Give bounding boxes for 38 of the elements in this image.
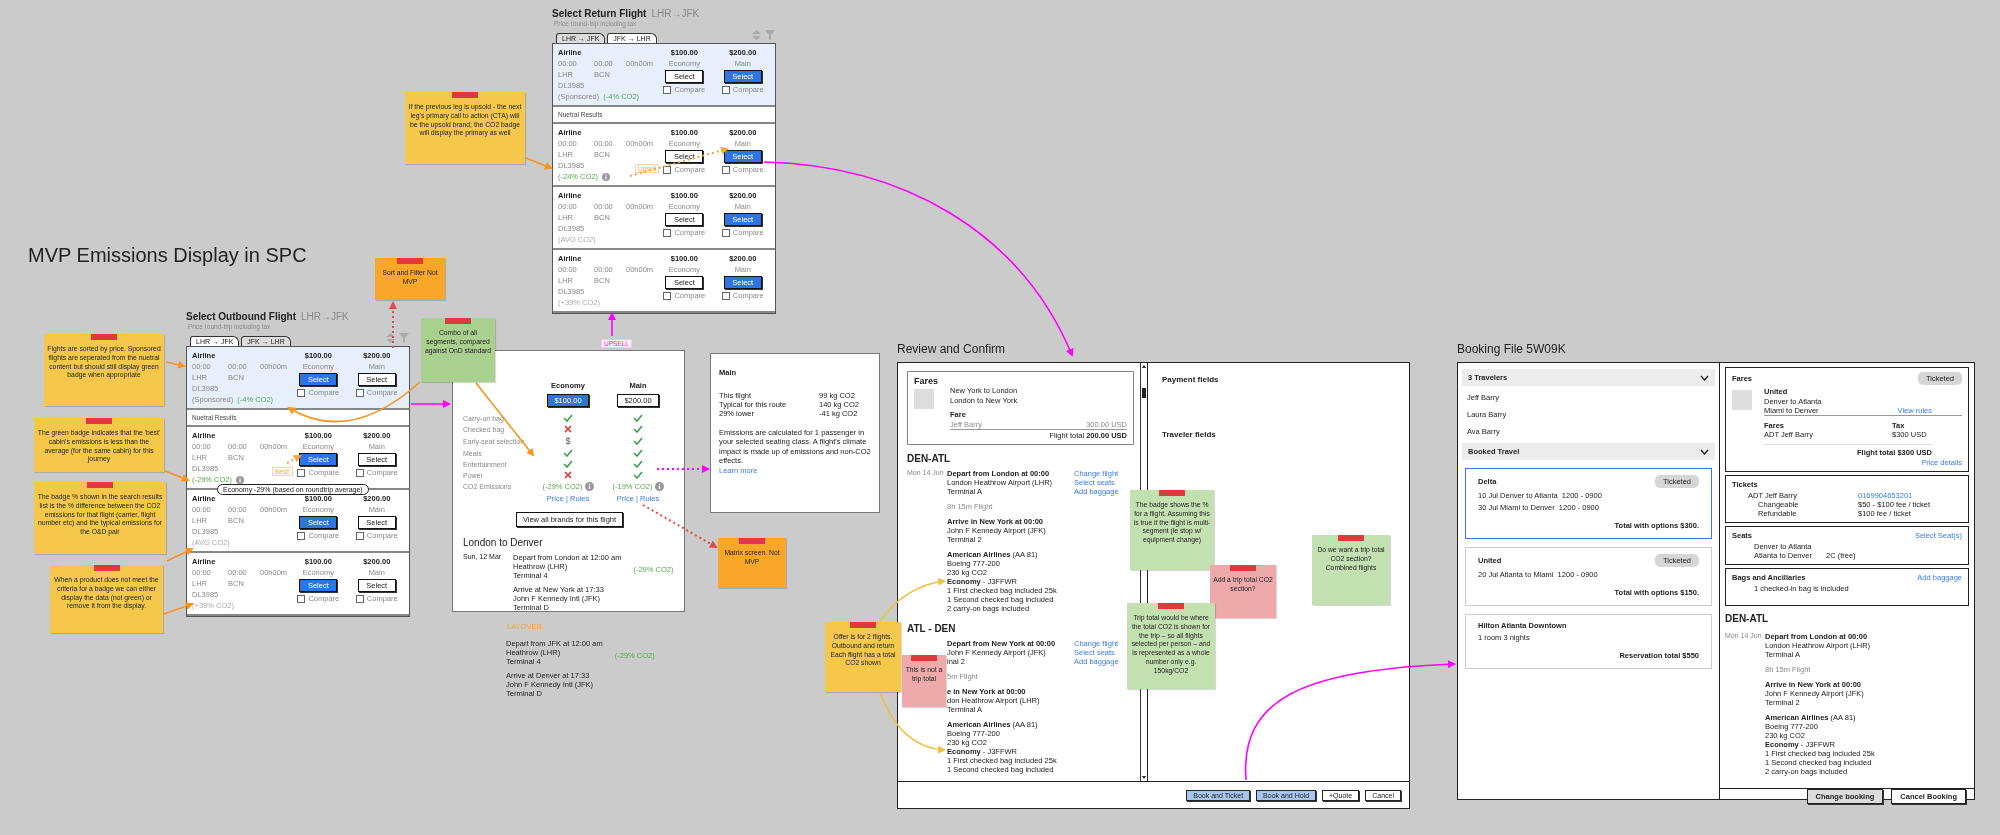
journey-title: London to Denver (463, 537, 544, 548)
screen-title: Select Outbound Flight (186, 311, 296, 322)
cross-icon (564, 425, 572, 433)
info-icon[interactable] (584, 482, 594, 491)
cross-icon (564, 471, 572, 479)
arrow (525, 157, 553, 170)
section-heading: Traveler fields (1162, 430, 1217, 439)
arrow (879, 692, 946, 754)
section-heading: Payment fields (1162, 375, 1220, 384)
image-placeholder (914, 389, 934, 409)
leg-route: DEN-ATL (1725, 613, 1770, 624)
leg-route: DEN-ATL (907, 453, 952, 464)
route-label: LHR→JFK (301, 311, 349, 322)
info-icon[interactable] (236, 475, 244, 484)
filter-icon[interactable] (399, 333, 409, 343)
screen-title: Select Return Flight (552, 8, 647, 19)
sort-icon[interactable] (386, 333, 395, 343)
sort-icon[interactable] (752, 30, 761, 40)
screen-title: Review and Confirm (897, 342, 1007, 356)
arrow (608, 312, 616, 337)
check-icon (563, 414, 573, 422)
canvas-title: MVP Emissions Display in SPC (28, 244, 307, 267)
arrow (656, 465, 710, 473)
arrow (164, 470, 190, 482)
paid-symbol: $ (565, 436, 571, 446)
arrow (165, 360, 186, 369)
route-label: LHR→JFK (651, 8, 700, 19)
arrow (166, 548, 194, 562)
fares-heading: Fares (914, 376, 940, 386)
screen-title: Booking File 5W09K (1457, 342, 1567, 356)
arrow (286, 455, 302, 464)
image-placeholder (1732, 390, 1752, 410)
arrow (879, 578, 946, 622)
arrow (389, 301, 397, 349)
info-icon[interactable] (654, 482, 664, 491)
info-icon[interactable] (602, 172, 610, 181)
filter-icon[interactable] (765, 30, 775, 40)
arrow (163, 602, 194, 615)
